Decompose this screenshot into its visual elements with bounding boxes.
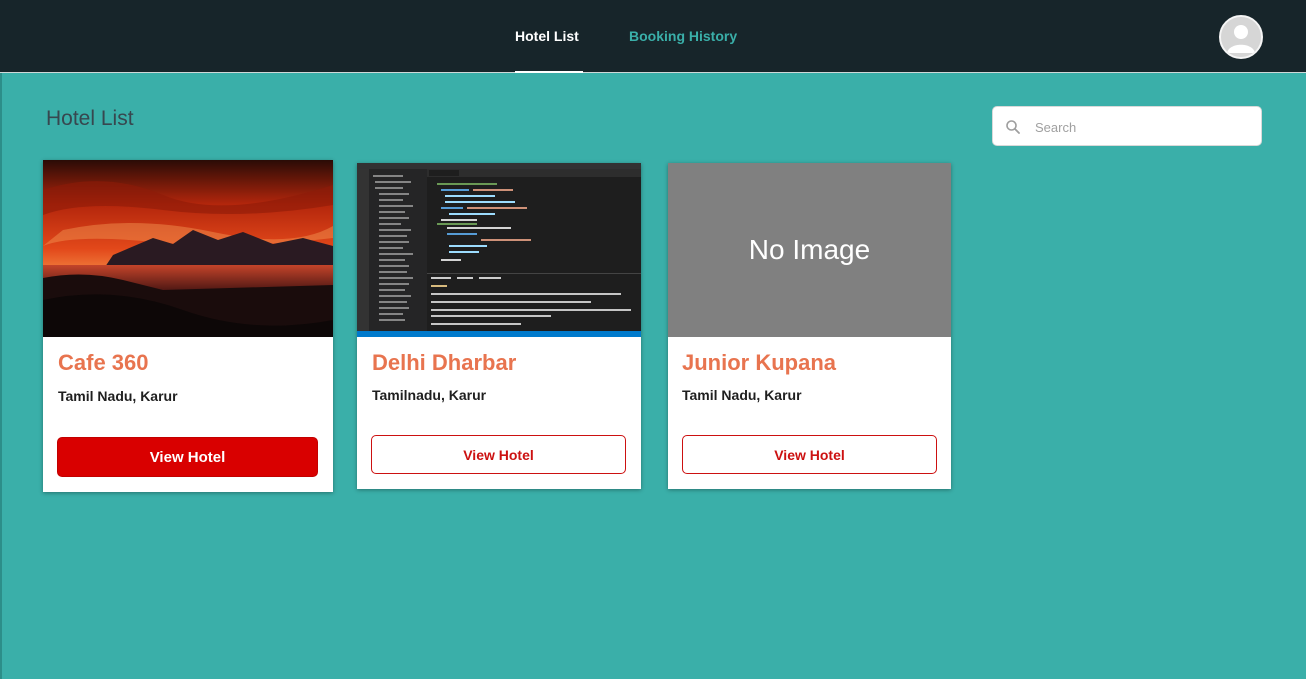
- tab-booking-history[interactable]: Booking History: [629, 28, 737, 44]
- active-tab-indicator: [515, 71, 583, 73]
- no-image-label: No Image: [668, 163, 951, 337]
- page-edge: [0, 73, 2, 679]
- view-hotel-button[interactable]: View Hotel: [57, 437, 318, 477]
- hotel-name[interactable]: Delhi Dharbar: [372, 350, 516, 376]
- view-hotel-button[interactable]: View Hotel: [682, 435, 937, 474]
- hotel-card: No Image Junior Kupana Tamil Nadu, Karur…: [668, 163, 951, 489]
- view-hotel-button[interactable]: View Hotel: [371, 435, 626, 474]
- hotel-image-placeholder: No Image: [668, 163, 951, 337]
- tab-hotel-list[interactable]: Hotel List: [515, 28, 579, 44]
- top-nav-bar: Hotel List Booking History: [0, 0, 1306, 73]
- hotel-location: Tamil Nadu, Karur: [682, 387, 802, 403]
- user-avatar-icon[interactable]: [1219, 15, 1263, 59]
- hotel-location: Tamilnadu, Karur: [372, 387, 487, 403]
- search-input[interactable]: [1035, 115, 1250, 139]
- page-title: Hotel List: [46, 107, 134, 130]
- hotel-name[interactable]: Cafe 360: [58, 350, 149, 376]
- hotel-image-sunset: [43, 160, 333, 337]
- hotel-card: Delhi Dharbar Tamilnadu, Karur View Hote…: [357, 163, 641, 489]
- hotel-card: Cafe 360 Tamil Nadu, Karur View Hotel: [43, 160, 333, 492]
- search-field[interactable]: [992, 106, 1262, 146]
- search-icon: [1006, 120, 1020, 134]
- hotel-image-code-editor: [357, 163, 641, 337]
- hotel-location: Tamil Nadu, Karur: [58, 388, 178, 404]
- hotel-name[interactable]: Junior Kupana: [682, 350, 836, 376]
